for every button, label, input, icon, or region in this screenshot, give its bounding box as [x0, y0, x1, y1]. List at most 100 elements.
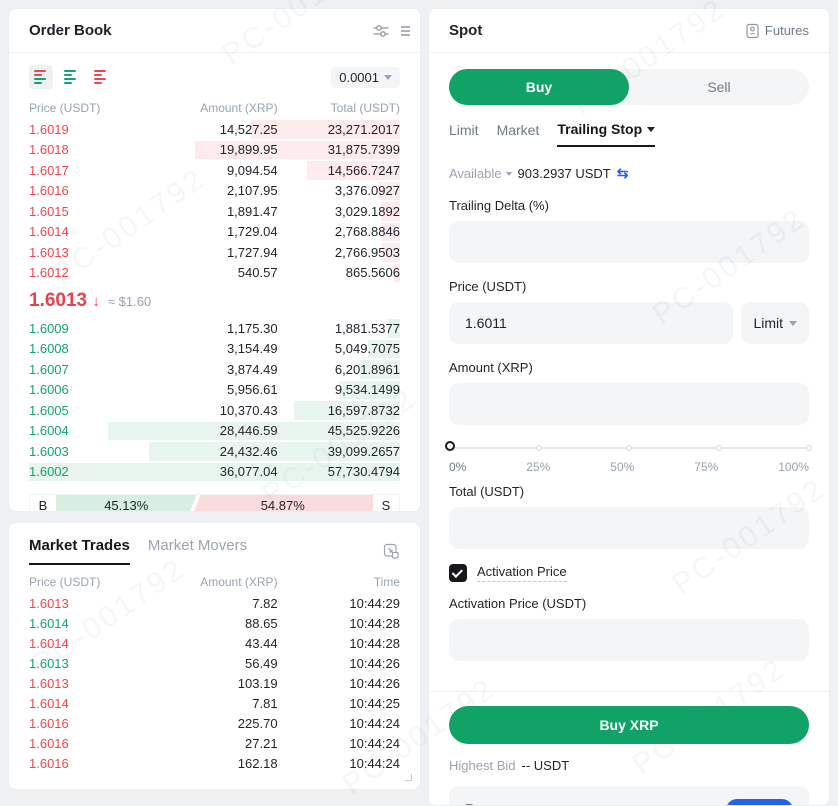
order-book-row[interactable]: 1.600510,370.4316,597.8732	[29, 400, 400, 421]
order-book-view-asks-icon[interactable]	[89, 65, 113, 89]
buy-toggle-button[interactable]: Buy	[449, 69, 629, 105]
trade-price: 1.6014	[29, 696, 133, 711]
order-book-row[interactable]: 1.60091,175.301,881.5377	[29, 318, 400, 339]
col-time: Time	[278, 575, 400, 593]
tab-market-movers[interactable]: Market Movers	[148, 537, 247, 565]
order-book-view-combined-icon[interactable]	[29, 65, 53, 89]
slider-label-50: 50%	[610, 460, 634, 474]
activation-price-input[interactable]	[449, 619, 809, 661]
order-book-row[interactable]: 1.60151,891.473,029.1892	[29, 201, 400, 222]
price-cell: 1.6015	[29, 204, 133, 219]
amount-input[interactable]	[449, 383, 809, 425]
last-price-row[interactable]: 1.6013 ↓ ≈ $1.60	[9, 283, 420, 318]
activation-price-checkbox-label[interactable]: Activation Price	[477, 564, 567, 582]
order-book-row[interactable]: 1.60141,729.042,768.8846	[29, 222, 400, 243]
trade-row[interactable]: 1.601627.2110:44:24	[29, 733, 400, 753]
order-book-row[interactable]: 1.600236,077.0457,730.4794	[29, 462, 400, 483]
order-book-menu-icon[interactable]	[400, 24, 414, 38]
col-total: Total (USDT)	[278, 101, 400, 119]
buy-ratio-segment: 45.13%	[56, 495, 197, 512]
order-book-settings-icon[interactable]	[372, 22, 390, 40]
slider-tick-100[interactable]	[806, 445, 812, 451]
precision-dropdown[interactable]: 0.0001	[331, 67, 400, 88]
price-type-dropdown[interactable]: Limit	[741, 302, 809, 344]
price-cell: 1.6003	[29, 444, 133, 459]
price-label: Price (USDT)	[449, 279, 809, 294]
trade-price: 1.6016	[29, 716, 133, 731]
slider-labels: 0%25%50%75%100%	[449, 460, 809, 474]
price-cell: 1.6008	[29, 341, 133, 356]
slider-label-75: 75%	[694, 460, 718, 474]
sell-toggle-button[interactable]: Sell	[629, 69, 809, 105]
buy-xrp-button[interactable]: Buy XRP	[449, 706, 809, 744]
order-book-row[interactable]: 1.60065,956.619,534.1499	[29, 380, 400, 401]
price-input[interactable]	[449, 302, 733, 344]
order-book-view-bids-icon[interactable]	[59, 65, 83, 89]
last-price-fiat: ≈ $1.60	[108, 294, 151, 309]
contract-icon	[745, 23, 760, 39]
transfer-icon[interactable]: ⇆	[617, 165, 629, 182]
available-dropdown[interactable]: Available	[449, 166, 512, 181]
order-book-row[interactable]: 1.60083,154.495,049.7075	[29, 339, 400, 360]
tab-market-trades[interactable]: Market Trades	[29, 537, 130, 565]
trade-row[interactable]: 1.60147.8110:44:25	[29, 693, 400, 713]
tab-limit[interactable]: Limit	[449, 121, 479, 147]
total-input[interactable]	[449, 507, 809, 549]
order-book-row[interactable]: 1.60073,874.496,201.8961	[29, 359, 400, 380]
fees-label[interactable]: Fees	[465, 801, 494, 806]
trade-row[interactable]: 1.601488.6510:44:28	[29, 613, 400, 633]
amount-cell: 1,891.47	[133, 204, 278, 219]
trailing-delta-input[interactable]	[449, 221, 809, 263]
slider-tick-50[interactable]	[626, 445, 632, 451]
trade-row[interactable]: 1.601443.4410:44:28	[29, 633, 400, 653]
trade-row[interactable]: 1.6016162.1810:44:24	[29, 753, 400, 773]
order-book-row[interactable]: 1.60162,107.953,376.0927	[29, 181, 400, 202]
trade-row[interactable]: 1.601356.4910:44:26	[29, 653, 400, 673]
amount-cell: 3,154.49	[133, 341, 278, 356]
price-cell: 1.6006	[29, 382, 133, 397]
total-cell: 45,525.9226	[278, 423, 400, 438]
slider-tick-25[interactable]	[536, 445, 542, 451]
slider-handle[interactable]	[445, 441, 455, 451]
order-book-row[interactable]: 1.60179,094.5414,566.7247	[29, 160, 400, 181]
price-cell: 1.6002	[29, 464, 133, 479]
tab-trailing-stop[interactable]: Trailing Stop	[557, 121, 655, 147]
popout-icon[interactable]	[383, 543, 400, 560]
spot-panel: Spot Futures Buy Sell LimitMarketTrailin…	[428, 8, 830, 806]
sell-ratio-value: 54.87%	[261, 498, 305, 513]
order-type-tabs: Limit Market Trailing Stop	[449, 121, 809, 147]
total-cell: 1,881.5377	[278, 321, 400, 336]
trade-row[interactable]: 1.6016225.7010:44:24	[29, 713, 400, 733]
amount-label: Amount (XRP)	[449, 360, 809, 375]
price-cell: 1.6009	[29, 321, 133, 336]
trade-row[interactable]: 1.6013103.1910:44:26	[29, 673, 400, 693]
amount-cell: 1,729.04	[133, 224, 278, 239]
order-book-row[interactable]: 1.600324,432.4639,099.2657	[29, 441, 400, 462]
resize-handle[interactable]	[405, 774, 412, 781]
chevron-down-icon	[506, 172, 512, 176]
futures-link[interactable]: Futures	[745, 23, 809, 39]
bids-list: 1.60091,175.301,881.53771.60083,154.495,…	[29, 318, 400, 482]
order-book-row[interactable]: 1.601819,899.9531,875.7399	[29, 140, 400, 161]
trade-amount: 27.21	[133, 736, 278, 751]
total-cell: 9,534.1499	[278, 382, 400, 397]
zero-fees-badge[interactable]: 0 Fees ›	[726, 799, 793, 806]
total-cell: 23,271.2017	[278, 122, 400, 137]
trades-column-headers: Price (USDT) Amount (XRP) Time	[29, 575, 400, 593]
tab-market[interactable]: Market	[497, 121, 540, 147]
precision-value: 0.0001	[339, 70, 379, 85]
order-book-row[interactable]: 1.600428,446.5945,525.9226	[29, 421, 400, 442]
amount-cell: 3,874.49	[133, 362, 278, 377]
order-book-row[interactable]: 1.601914,527.2523,271.2017	[29, 119, 400, 140]
activation-price-checkbox[interactable]	[449, 564, 467, 582]
total-cell: 39,099.2657	[278, 444, 400, 459]
trade-price: 1.6016	[29, 736, 133, 751]
fees-box: Fees 0 Fees › Maker 0.0000% / Taker 0.00…	[449, 786, 809, 806]
amount-percent-slider[interactable]	[449, 441, 809, 455]
order-book-row[interactable]: 1.6012540.57865.5606	[29, 263, 400, 284]
trade-row[interactable]: 1.60137.8210:44:29	[29, 593, 400, 613]
order-book-row[interactable]: 1.60131,727.942,766.9503	[29, 242, 400, 263]
arrow-down-icon: ↓	[92, 293, 100, 310]
slider-tick-75[interactable]	[716, 445, 722, 451]
trade-time: 10:44:26	[278, 656, 400, 671]
